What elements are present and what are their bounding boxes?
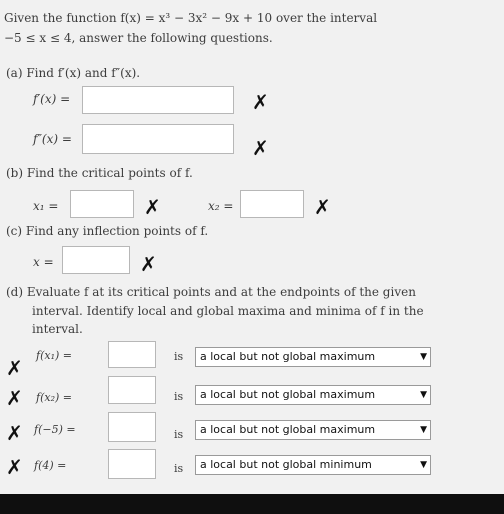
x1-input[interactable] xyxy=(70,190,134,218)
triangle-down-icon: ▼ xyxy=(420,425,427,435)
intro-line-1: Given the function f(x) = x³ − 3x² − 9x … xyxy=(4,11,378,25)
classification-select-f-minus5[interactable]: a local but not global maximum ▼ xyxy=(195,420,431,440)
x-mark-icon: ✗ xyxy=(6,455,23,479)
part-b-label-x2: x₂ = xyxy=(208,199,234,213)
row-is-text: is xyxy=(174,428,184,441)
x-mark-icon: ✗ xyxy=(6,356,23,380)
row-is-text: is xyxy=(174,350,184,363)
bottom-bar xyxy=(0,494,504,514)
x-mark-icon: ✗ xyxy=(314,195,331,219)
triangle-down-icon: ▼ xyxy=(420,390,427,400)
intro-line-2: −5 ≤ x ≤ 4, answer the following questio… xyxy=(4,31,273,45)
row-label-fx2: f(x₂) = xyxy=(36,391,72,404)
f-minus5-value-input[interactable] xyxy=(108,412,156,442)
fdoubleprime-input[interactable] xyxy=(82,124,234,154)
part-d-line-1: (d) Evaluate f at its critical points an… xyxy=(6,285,416,299)
part-d-line-2: interval. Identify local and global maxi… xyxy=(32,304,424,318)
part-c-heading: (c) Find any inflection points of f. xyxy=(6,224,209,238)
part-b-heading: (b) Find the critical points of f. xyxy=(6,166,193,180)
x-mark-icon: ✗ xyxy=(6,421,23,445)
row-is-text: is xyxy=(174,462,184,475)
select-value: a local but not global maximum xyxy=(200,388,376,401)
inflection-input[interactable] xyxy=(62,246,130,274)
part-a-label-fdoubleprime: f″(x) = xyxy=(33,132,72,146)
classification-select-fx1[interactable]: a local but not global maximum ▼ xyxy=(195,347,431,367)
fx1-value-input[interactable] xyxy=(108,341,156,368)
row-is-text: is xyxy=(174,390,184,403)
row-label-f-minus5: f(−5) = xyxy=(34,423,76,436)
classification-select-f4[interactable]: a local but not global minimum ▼ xyxy=(195,455,431,475)
x2-input[interactable] xyxy=(240,190,304,218)
select-value: a local but not global minimum xyxy=(200,458,372,471)
fprime-input[interactable] xyxy=(82,86,234,114)
x-mark-icon: ✗ xyxy=(144,195,161,219)
fx2-value-input[interactable] xyxy=(108,376,156,404)
part-a-heading: (a) Find f′(x) and f″(x). xyxy=(6,66,141,80)
part-d-line-3: interval. xyxy=(32,322,83,336)
part-b-label-x1: x₁ = xyxy=(33,199,59,213)
triangle-down-icon: ▼ xyxy=(420,460,427,470)
x-mark-icon: ✗ xyxy=(140,252,157,276)
classification-select-fx2[interactable]: a local but not global maximum ▼ xyxy=(195,385,431,405)
part-c-label-x: x = xyxy=(33,255,54,269)
select-value: a local but not global maximum xyxy=(200,350,376,363)
f4-value-input[interactable] xyxy=(108,449,156,479)
triangle-down-icon: ▼ xyxy=(420,352,427,362)
row-label-fx1: f(x₁) = xyxy=(36,349,72,362)
part-a-label-fprime: f′(x) = xyxy=(33,92,71,106)
row-label-f4: f(4) = xyxy=(34,459,67,472)
x-mark-icon: ✗ xyxy=(252,90,269,114)
x-mark-icon: ✗ xyxy=(252,136,269,160)
x-mark-icon: ✗ xyxy=(6,386,23,410)
select-value: a local but not global maximum xyxy=(200,423,376,436)
